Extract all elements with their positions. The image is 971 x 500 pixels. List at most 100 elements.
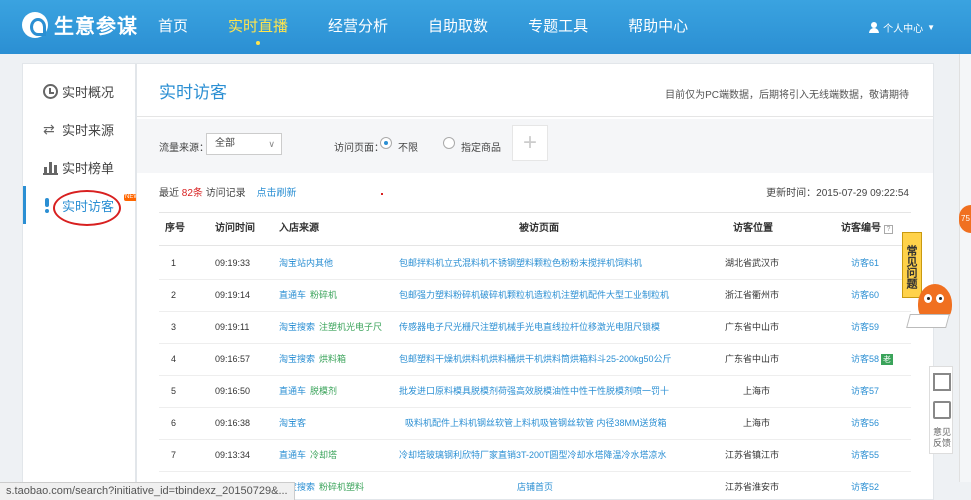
- row-page-link[interactable]: 包邮拌料机立式混料机不锈钢塑料颗粒色粉粉末搅拌机饲料机: [399, 248, 699, 279]
- header-location: 访客位置: [733, 223, 773, 234]
- mascot-illustration[interactable]: [906, 280, 958, 336]
- title-divider: [137, 116, 933, 117]
- radio-all-pages[interactable]: [380, 137, 392, 149]
- row-source[interactable]: 直通车: [279, 290, 306, 300]
- clock-icon: [43, 83, 58, 99]
- help-icon[interactable]: ?: [884, 225, 893, 234]
- arrows-icon: ⇄: [43, 120, 55, 137]
- sidebar-item-label: 实时来源: [62, 122, 115, 138]
- nav-item-home[interactable]: 首页: [138, 0, 208, 54]
- nav-item-live[interactable]: 实时直播: [208, 0, 308, 54]
- row-location: 广东省中山市: [725, 354, 780, 364]
- header-source: 入店来源: [279, 223, 319, 234]
- red-dot-mark: [381, 193, 383, 195]
- row-source[interactable]: 直通车: [279, 386, 306, 396]
- table-row: 5 09:16:50 直通车 脱模剂 批发进口原料模具脱模剂荷强高效脱模油性中性干…: [159, 376, 911, 408]
- nav-item-tools[interactable]: 专题工具: [508, 0, 608, 54]
- share-icon[interactable]: [933, 401, 951, 419]
- record-count: 82条: [181, 188, 203, 199]
- row-source-keyword: 脱模剂: [310, 386, 338, 396]
- pc-data-notice: 目前仅为PC端数据，后期将引入无线端数据，敬请期待: [665, 90, 909, 101]
- row-source[interactable]: 淘宝站内其他: [279, 248, 333, 279]
- row-page-link[interactable]: 包邮塑料干燥机烘料机烘料桶烘干机烘料筒烘箱料斗25-200kg50公斤: [399, 344, 699, 375]
- mascot-eye: [936, 294, 944, 303]
- nav-item-live-label: 实时直播: [228, 18, 289, 35]
- row-location: 江苏省淮安市: [725, 482, 780, 492]
- row-visitor[interactable]: 访客58: [851, 354, 879, 364]
- row-no: 3: [171, 322, 177, 332]
- row-source-keyword: 粉碎机塑料: [319, 482, 365, 492]
- chevron-down-icon: ∨: [268, 139, 275, 149]
- browser-status-url: s.taobao.com/search?initiative_id=tbinde…: [0, 482, 295, 500]
- user-center-menu[interactable]: 个人中心 ▼: [869, 20, 935, 35]
- row-source-cell: 淘宝搜索 注塑机光电子尺: [279, 312, 382, 343]
- row-no: 2: [171, 290, 177, 300]
- refresh-link[interactable]: 点击刷新: [256, 188, 296, 199]
- row-source[interactable]: 淘宝客: [279, 408, 306, 439]
- row-location: 浙江省衢州市: [725, 290, 780, 300]
- header-no: 序号: [165, 223, 185, 234]
- chevron-down-icon: ▼: [927, 23, 935, 32]
- row-page-link[interactable]: 店铺首页: [517, 472, 553, 500]
- active-indicator-dot: [256, 41, 261, 45]
- row-page-link[interactable]: 批发进口原料模具脱模剂荷强高效脱模油性中性干性脱模剂喷一罚十: [399, 376, 699, 407]
- nav-item-analysis[interactable]: 经营分析: [308, 0, 408, 54]
- record-summary: 最近 82条 访问记录 点击刷新: [159, 184, 296, 199]
- row-visitor[interactable]: 访客60: [851, 280, 879, 311]
- row-visitor[interactable]: 访客55: [851, 440, 879, 471]
- row-source[interactable]: 直通车: [279, 450, 306, 460]
- header-visitor: 访客编号?: [841, 213, 893, 245]
- row-time: 09:16:57: [215, 354, 251, 364]
- returning-visitor-badge: 老: [881, 354, 894, 365]
- row-no: 4: [171, 354, 177, 364]
- row-page-link[interactable]: 冷却塔玻璃钢利欣特厂家直销3T-200T圆型冷却水塔降温冷水塔凉水: [399, 440, 699, 471]
- mascot-book: [906, 314, 950, 328]
- feedback-button[interactable]: 意见反馈: [930, 427, 954, 449]
- qr-code-icon[interactable]: [933, 373, 951, 391]
- header-time: 访问时间: [215, 223, 255, 234]
- row-page-link[interactable]: 吸料机配件上料机钢丝软管上料机吸管钢丝软管 内径38MM送货箱: [405, 408, 705, 439]
- row-time: 09:13:34: [215, 450, 251, 460]
- row-time: 09:19:33: [215, 258, 251, 268]
- traffic-source-select[interactable]: 全部 ∨: [206, 133, 282, 155]
- radio-specific-item[interactable]: [443, 137, 455, 149]
- sidebar-item-overview[interactable]: 实时概况: [23, 72, 135, 110]
- row-no: 7: [171, 450, 177, 460]
- summary-prefix: 最近: [159, 188, 179, 199]
- row-visitor[interactable]: 访客57: [851, 376, 879, 407]
- radio-all-pages-label: 不限: [398, 143, 418, 154]
- nav-item-data-query[interactable]: 自助取数: [408, 0, 508, 54]
- row-location: 广东省中山市: [725, 322, 780, 332]
- row-time: 09:16:50: [215, 386, 251, 396]
- row-visitor[interactable]: 访客56: [851, 408, 879, 439]
- nav-item-help[interactable]: 帮助中心: [608, 0, 708, 54]
- row-source[interactable]: 淘宝搜索: [279, 354, 315, 364]
- row-visitor[interactable]: 访客61: [851, 248, 879, 279]
- logo-text: 生意参谋: [54, 16, 138, 38]
- row-time: 09:19:14: [215, 290, 251, 300]
- mascot-eye: [924, 294, 932, 303]
- red-circle-annotation: [53, 190, 121, 226]
- row-source-cell: 淘宝搜索 烘料箱: [279, 344, 346, 375]
- add-item-button[interactable]: +: [512, 125, 548, 161]
- page-scrollbar[interactable]: [959, 54, 971, 482]
- table-row: 3 09:19:11 淘宝搜索 注塑机光电子尺 传感器电子尺光栅尺注塑机械手光电直…: [159, 312, 911, 344]
- row-no: 5: [171, 386, 177, 396]
- row-visitor[interactable]: 访客59: [851, 312, 879, 343]
- logo[interactable]: 生意参谋: [22, 10, 138, 39]
- row-page-link[interactable]: 传感器电子尺光栅尺注塑机械手光电直线拉杆位移激光电阻尺锁模: [399, 312, 699, 343]
- page-title: 实时访客: [159, 83, 227, 102]
- row-source[interactable]: 淘宝搜索: [279, 322, 315, 332]
- table-row: 4 09:16:57 淘宝搜索 烘料箱 包邮塑料干燥机烘料机烘料桶烘干机烘料筒烘箱…: [159, 344, 911, 376]
- main-panel: 实时访客 目前仅为PC端数据，后期将引入无线端数据，敬请期待 流量来源： 全部 …: [136, 63, 934, 500]
- traffic-source-value: 全部: [215, 138, 235, 149]
- table-row: 6 09:16:38 淘宝客 吸料机配件上料机钢丝软管上料机吸管钢丝软管 内径3…: [159, 408, 911, 440]
- row-location: 上海市: [743, 386, 771, 396]
- sidebar-item-source[interactable]: ⇄ 实时来源: [23, 110, 135, 148]
- sidebar-item-ranking[interactable]: 实时榜单: [23, 148, 135, 186]
- table-header: 序号 访问时间 入店来源 被访页面 访客位置 访客编号?: [159, 212, 911, 246]
- row-page-link[interactable]: 包邮强力塑料粉碎机破碎机颗粒机造粒机注塑机配件大型工业制粒机: [399, 280, 699, 311]
- row-no: 6: [171, 418, 177, 428]
- row-source-cell: 直通车 粉碎机: [279, 280, 337, 311]
- row-visitor[interactable]: 访客52: [851, 472, 879, 500]
